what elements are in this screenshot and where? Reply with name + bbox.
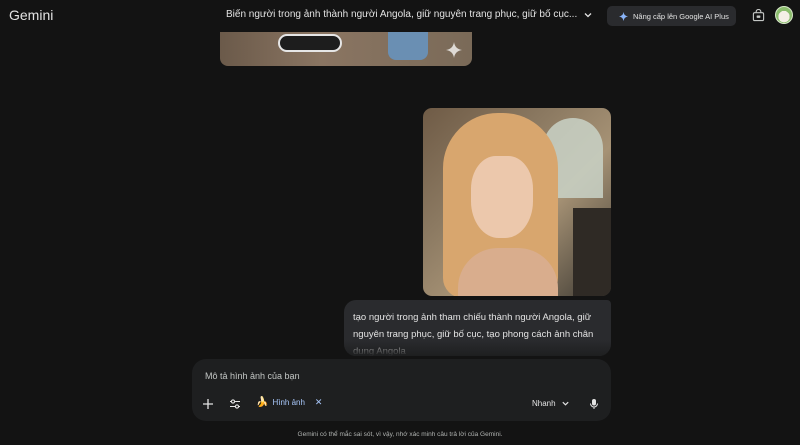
conversation-title-button[interactable]: Biến người trong ảnh thành người Angola,…: [226, 9, 593, 20]
image-tool-label: Hình ảnh: [272, 398, 305, 407]
sparkle-icon: [619, 11, 628, 21]
prompt-input[interactable]: Mô tả hình ảnh của bạn: [205, 371, 300, 381]
image-detail-jeans: [388, 32, 428, 60]
sparkle-icon: [446, 42, 462, 58]
image-detail-shoe: [278, 34, 342, 52]
composer: Mô tả hình ảnh của bạn 🍌 Hình ảnh ✕ Nhan…: [192, 359, 611, 421]
chevron-down-icon: [561, 401, 569, 406]
top-bar: Gemini Biến người trong ảnh thành người …: [0, 0, 800, 32]
mic-icon[interactable]: [588, 398, 600, 410]
message-fade: [344, 340, 611, 356]
reference-image[interactable]: [423, 108, 611, 296]
image-detail-face: [471, 156, 533, 238]
image-detail-chair: [573, 208, 611, 296]
previous-image[interactable]: [220, 32, 472, 66]
upgrade-button[interactable]: Nâng cấp lên Google AI Plus: [607, 6, 736, 26]
footer-disclaimer: Gemini có thể mắc sai sót, vì vậy, nhớ x…: [297, 431, 503, 438]
banana-icon: 🍌: [256, 397, 269, 408]
tune-icon[interactable]: [229, 398, 241, 410]
mode-selector[interactable]: Nhanh: [532, 399, 570, 408]
mode-label: Nhanh: [532, 399, 556, 408]
conversation-title: Biến người trong ảnh thành người Angola,…: [226, 9, 578, 20]
store-icon[interactable]: [752, 9, 765, 22]
chevron-down-icon: [584, 12, 592, 17]
user-message-bubble: tạo người trong ảnh tham chiếu thành ngư…: [344, 300, 611, 356]
close-icon[interactable]: ✕: [315, 397, 323, 408]
avatar[interactable]: [775, 6, 793, 24]
plus-icon[interactable]: [202, 398, 214, 410]
upgrade-label: Nâng cấp lên Google AI Plus: [633, 11, 729, 21]
image-tool-chip[interactable]: 🍌 Hình ảnh ✕: [256, 397, 322, 408]
app-logo[interactable]: Gemini: [9, 7, 53, 23]
